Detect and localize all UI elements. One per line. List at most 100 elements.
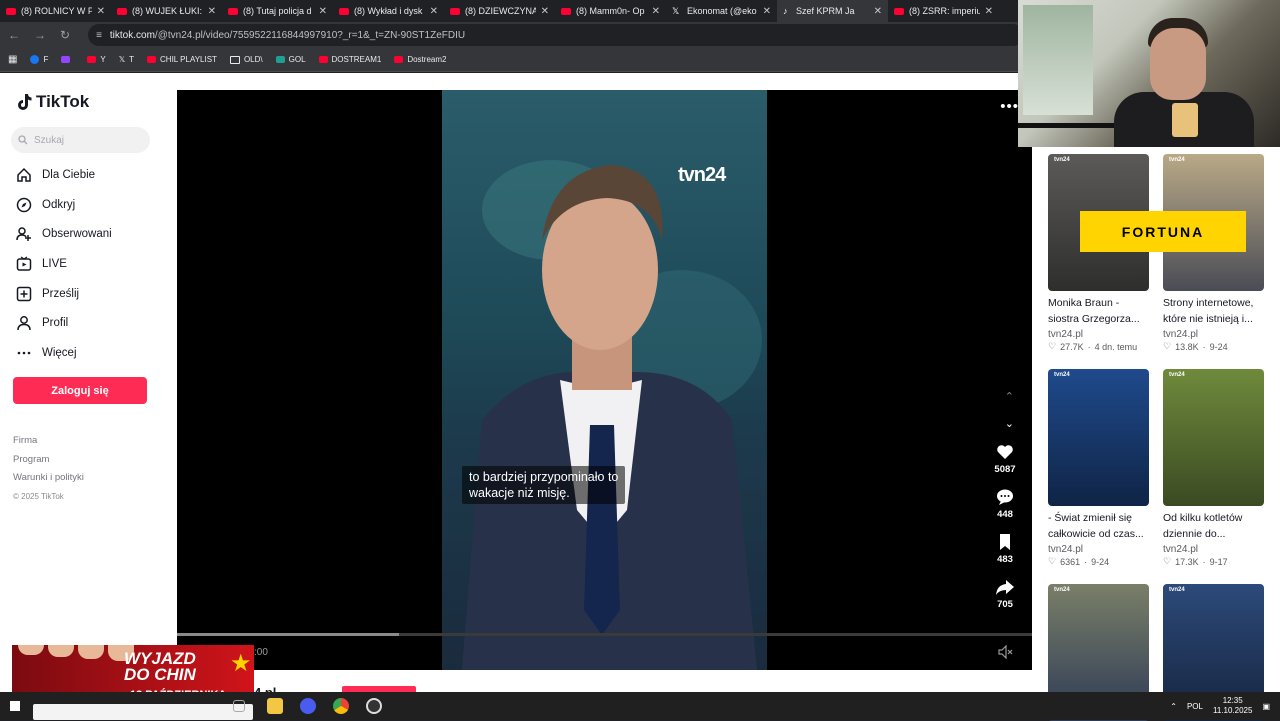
more-options-icon[interactable]: ••• xyxy=(1000,98,1019,115)
obs-icon[interactable] xyxy=(366,698,382,714)
chevron-down-icon[interactable]: ⌄ xyxy=(1005,411,1014,438)
related-video-source[interactable]: tvn24.pl xyxy=(1163,329,1264,340)
close-tab-icon[interactable]: ✕ xyxy=(97,6,105,17)
login-button[interactable]: Zaloguj się xyxy=(13,377,147,404)
app-icon[interactable] xyxy=(300,698,316,714)
related-video-card[interactable]: tvn24 Strony internetowe, które nie istni… xyxy=(1163,154,1264,352)
nav-item-profile[interactable]: Profil xyxy=(16,308,112,338)
nav-item-upload[interactable]: Prześlij xyxy=(16,279,112,309)
browser-tab[interactable]: 𝕏 Ekonomat (@eko ✕ xyxy=(666,0,777,22)
video-progress-bar[interactable] xyxy=(177,633,1032,636)
start-icon[interactable] xyxy=(10,701,20,711)
bookmark-item[interactable]: GOL xyxy=(275,55,306,64)
bookmark-item[interactable]: DOSTREAM1 xyxy=(318,55,381,64)
related-video-title[interactable]: Monika Braun - siostra Grzegorza... xyxy=(1048,296,1149,327)
bookmark-item[interactable]: Dostream2 xyxy=(394,55,446,64)
youtube-icon xyxy=(147,56,157,63)
related-video-likes: 17.3K xyxy=(1175,556,1199,567)
save-button[interactable]: 483 xyxy=(995,532,1015,577)
clock[interactable]: 12:35 11.10.2025 xyxy=(1213,696,1252,716)
related-video-card[interactable]: tvn24 Monika Braun - siostra Grzegorza...… xyxy=(1048,154,1149,352)
address-bar[interactable]: ≡ tiktok.com/@tvn24.pl/video/75595221168… xyxy=(88,24,1025,46)
footer-link-terms[interactable]: Warunki i polityki xyxy=(13,469,84,488)
chevron-up-icon[interactable]: ⌃ xyxy=(1005,384,1014,411)
related-video-meta: ♡ 6361 · 9-24 xyxy=(1048,556,1149,567)
nav-item-home[interactable]: Dla Ciebie xyxy=(16,160,112,190)
site-info-icon[interactable]: ≡ xyxy=(96,30,102,41)
related-video-title[interactable]: Strony internetowe, które nie istnieją i… xyxy=(1163,296,1264,327)
tiktok-logo[interactable]: TikTok xyxy=(16,92,89,112)
reload-icon[interactable]: ↻ xyxy=(60,28,70,42)
related-video-source[interactable]: tvn24.pl xyxy=(1048,329,1149,340)
browser-tab[interactable]: (8) DZIEWCZYNA ✕ xyxy=(444,0,555,22)
browser-tab[interactable]: (8) ZSRR: imperiu ✕ xyxy=(888,0,999,22)
related-video-card[interactable]: tvn24 - Świat zmienił się całkowicie od c… xyxy=(1048,369,1149,567)
bookmark-item[interactable]: 𝕏T xyxy=(119,55,134,64)
bookmark-label: Y xyxy=(100,55,106,64)
related-video-date: 9-17 xyxy=(1209,556,1228,567)
browser-tab[interactable]: (8) Wykład i dysk ✕ xyxy=(333,0,444,22)
language-indicator[interactable]: POL xyxy=(1187,702,1203,711)
video-thumbnail[interactable]: tvn24 xyxy=(1163,369,1264,506)
related-video-source[interactable]: tvn24.pl xyxy=(1048,544,1149,555)
video-player[interactable]: tvn24 to bardziej przypominało to wakacj… xyxy=(177,90,1032,670)
search-placeholder: Szukaj xyxy=(34,134,65,146)
related-video-meta: ♡ 17.3K · 9-17 xyxy=(1163,556,1264,567)
thumbnail-channel-label: tvn24 xyxy=(1054,372,1070,378)
related-video-title[interactable]: - Świat zmienił się całkowicie od czas..… xyxy=(1048,511,1149,542)
tray-chevron-icon[interactable]: ⌃ xyxy=(1170,702,1177,711)
search-input[interactable]: Szukaj xyxy=(11,127,150,153)
close-tab-icon[interactable]: ✕ xyxy=(541,6,549,17)
apps-grid-icon[interactable]: ▦ xyxy=(8,54,17,65)
tiktok-icon: ♪ xyxy=(783,6,788,16)
video-frame[interactable]: tvn24 to bardziej przypominało to wakacj… xyxy=(442,90,767,670)
comment-button[interactable]: 448 xyxy=(995,487,1015,532)
bookmark-item[interactable]: CHIL PLAYLIST xyxy=(147,55,217,64)
task-view-icon[interactable] xyxy=(233,700,245,712)
youtube-icon xyxy=(87,56,97,63)
video-thumbnail[interactable]: tvn24 xyxy=(1048,369,1149,506)
file-explorer-icon[interactable] xyxy=(267,698,283,714)
comment-count: 448 xyxy=(997,509,1013,520)
browser-tab[interactable]: (8) ROLNICY W PL ✕ xyxy=(0,0,111,22)
like-button[interactable]: 5087 xyxy=(994,442,1016,487)
bookmark-item[interactable]: OLD\ xyxy=(229,55,263,64)
nav-item-more[interactable]: Więcej xyxy=(16,338,112,368)
share-button[interactable]: 705 xyxy=(995,577,1015,622)
chrome-icon[interactable] xyxy=(333,698,349,714)
browser-tab[interactable]: (8) Mamm0n- Op ✕ xyxy=(555,0,666,22)
close-tab-icon[interactable]: ✕ xyxy=(208,6,216,17)
browser-tab[interactable]: (8) Tutaj policja d ✕ xyxy=(222,0,333,22)
bookmark-item[interactable]: F xyxy=(30,55,48,64)
related-video-title[interactable]: Od kilku kotletów dziennie do... xyxy=(1163,511,1264,542)
nav-item-compass[interactable]: Odkryj xyxy=(16,190,112,220)
footer-link-program[interactable]: Program xyxy=(13,451,84,470)
bookmark-item[interactable]: Y xyxy=(87,55,106,64)
back-icon[interactable]: ← xyxy=(8,28,20,42)
related-video-source[interactable]: tvn24.pl xyxy=(1163,544,1264,555)
browser-tab[interactable]: (8) WUJEK ŁUKI: fo ✕ xyxy=(111,0,222,22)
notifications-icon[interactable]: ▣ xyxy=(1262,702,1270,711)
nav-item-live[interactable]: LIVE xyxy=(16,249,112,279)
close-tab-icon[interactable]: ✕ xyxy=(430,6,438,17)
gol-icon xyxy=(275,56,285,63)
volume-muted-icon[interactable] xyxy=(998,645,1014,659)
windows-taskbar: ⌃ POL 12:35 11.10.2025 ▣ xyxy=(0,692,1280,720)
close-tab-icon[interactable]: ✕ xyxy=(985,6,993,17)
twitch-icon xyxy=(61,56,71,63)
nav-item-following[interactable]: Obserwowani xyxy=(16,219,112,249)
close-tab-icon[interactable]: ✕ xyxy=(763,6,771,17)
close-tab-icon[interactable]: ✕ xyxy=(874,6,882,17)
taskbar-search-input[interactable] xyxy=(33,704,253,720)
browser-tab[interactable]: ♪ Szef KPRM Ja ✕ xyxy=(777,0,888,22)
related-video-card[interactable]: tvn24 Od kilku kotletów dziennie do... tvn… xyxy=(1163,369,1264,567)
close-tab-icon[interactable]: ✕ xyxy=(319,6,327,17)
close-tab-icon[interactable]: ✕ xyxy=(652,6,660,17)
home-icon xyxy=(17,167,31,182)
bookmark-item[interactable] xyxy=(61,56,74,63)
thumbnail-channel-label: tvn24 xyxy=(1169,372,1185,378)
footer-link-firma[interactable]: Firma xyxy=(13,432,84,451)
bookmark-label: GOL xyxy=(288,55,306,64)
video-progress-fill xyxy=(177,633,400,636)
forward-icon[interactable]: → xyxy=(34,28,46,42)
